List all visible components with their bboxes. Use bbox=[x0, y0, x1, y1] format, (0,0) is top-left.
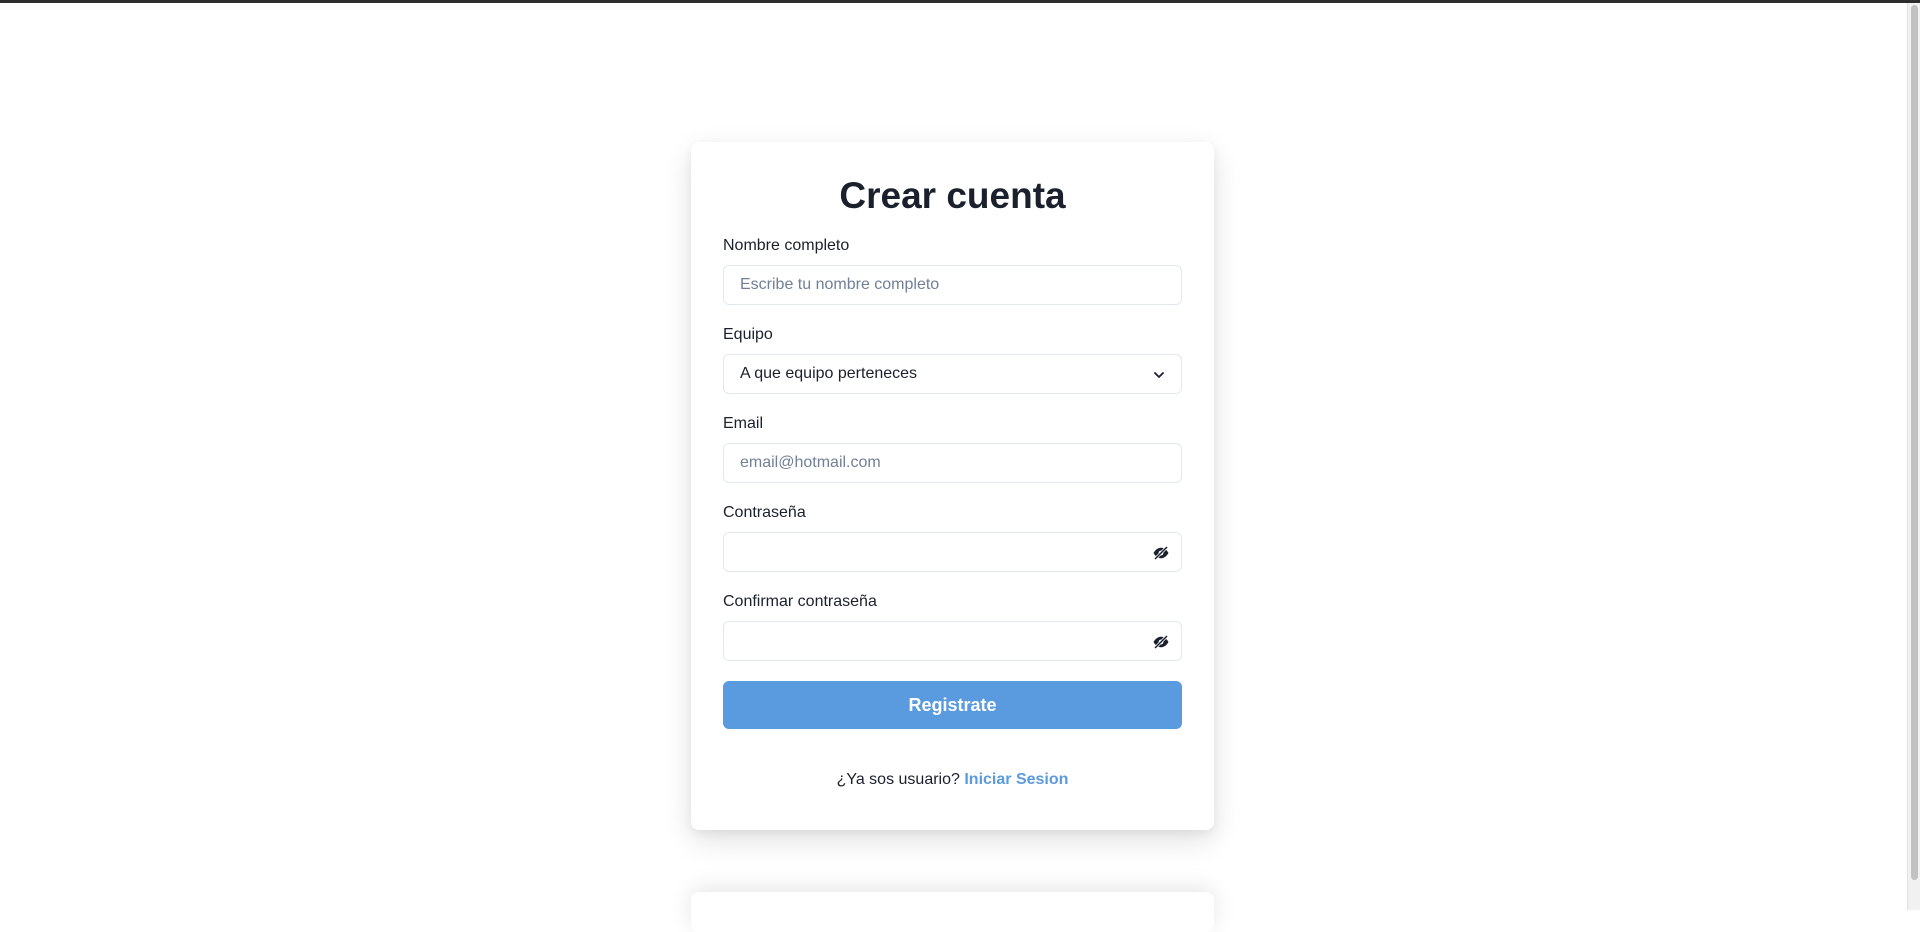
team-field: Equipo A que equipo perteneces bbox=[723, 325, 1182, 394]
email-input-wrapper bbox=[723, 443, 1182, 483]
team-select[interactable]: A que equipo perteneces bbox=[723, 354, 1182, 394]
name-input[interactable] bbox=[724, 266, 1181, 304]
password-input[interactable] bbox=[724, 533, 1181, 571]
background-card-shadow bbox=[691, 892, 1214, 932]
name-input-wrapper bbox=[723, 265, 1182, 305]
confirm-password-field: Confirmar contraseña bbox=[723, 592, 1182, 661]
chevron-down-icon bbox=[1151, 367, 1167, 383]
login-link[interactable]: Iniciar Sesion bbox=[964, 771, 1068, 788]
confirm-password-input-wrapper bbox=[723, 621, 1182, 661]
login-prompt-text: ¿Ya sos usuario? bbox=[836, 771, 960, 788]
login-prompt: ¿Ya sos usuario? Iniciar Sesion bbox=[723, 771, 1182, 789]
name-field: Nombre completo bbox=[723, 236, 1182, 305]
page-title: Crear cuenta bbox=[839, 175, 1066, 216]
confirm-password-input[interactable] bbox=[724, 622, 1181, 660]
register-button[interactable]: Registrate bbox=[723, 681, 1182, 729]
eye-off-icon[interactable] bbox=[1151, 632, 1171, 652]
scrollbar-thumb[interactable] bbox=[1911, 5, 1918, 880]
email-field: Email bbox=[723, 414, 1182, 483]
email-label: Email bbox=[723, 415, 764, 432]
vertical-scrollbar[interactable] bbox=[1907, 3, 1920, 910]
confirm-password-label: Confirmar contraseña bbox=[723, 593, 877, 610]
team-select-value: A que equipo perteneces bbox=[740, 365, 918, 382]
window-top-border bbox=[0, 0, 1920, 3]
password-input-wrapper bbox=[723, 532, 1182, 572]
register-card: Crear cuenta Nombre completo Equipo A qu… bbox=[691, 142, 1214, 830]
eye-off-icon[interactable] bbox=[1151, 543, 1171, 563]
password-label: Contraseña bbox=[723, 504, 806, 521]
password-field: Contraseña bbox=[723, 503, 1182, 572]
team-label: Equipo bbox=[723, 326, 773, 343]
email-input[interactable] bbox=[724, 444, 1181, 482]
name-label: Nombre completo bbox=[723, 237, 850, 254]
